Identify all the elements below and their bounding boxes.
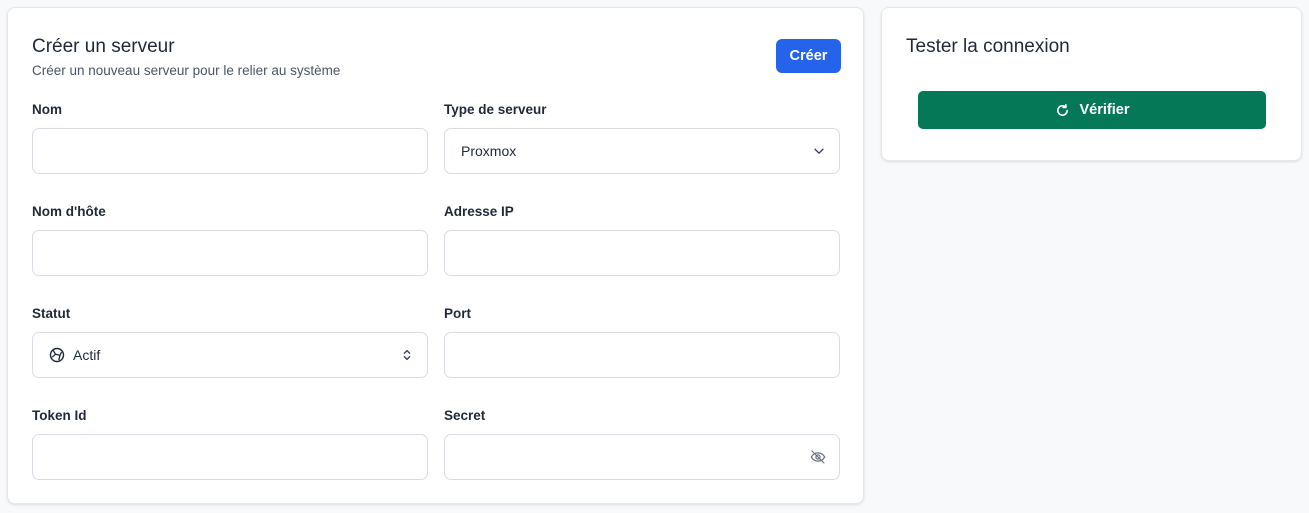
port-field-box — [444, 332, 840, 378]
create-button[interactable]: Créer — [776, 39, 841, 73]
secret-field-box — [444, 434, 840, 480]
hostname-field-box — [32, 230, 428, 276]
secret-label: Secret — [444, 408, 486, 423]
page-subtitle: Créer un nouveau serveur pour le relier … — [32, 63, 341, 78]
token-id-field-group: Token Id — [32, 407, 429, 480]
server-type-label: Type de serveur — [444, 102, 547, 117]
status-globe-icon — [49, 347, 65, 363]
hostname-input[interactable] — [33, 231, 427, 275]
test-connection-card: Tester la connexion Vérifier — [881, 7, 1302, 161]
hostname-field-group: Nom d'hôte — [32, 203, 429, 276]
server-type-select[interactable]: Proxmox — [444, 128, 840, 174]
status-field-group: Statut Actif — [32, 305, 429, 378]
server-type-field-group: Type de serveur Proxmox — [444, 101, 841, 174]
name-field-group: Nom — [32, 101, 429, 174]
create-server-card: Créer un serveur Créer un nouveau serveu… — [7, 7, 864, 504]
token-id-label: Token Id — [32, 408, 87, 423]
chevron-down-icon — [811, 143, 827, 159]
port-label: Port — [444, 306, 471, 321]
test-connection-title: Tester la connexion — [906, 36, 1070, 57]
refresh-icon — [1055, 103, 1070, 118]
secret-input[interactable] — [445, 435, 839, 479]
token-id-field-box — [32, 434, 428, 480]
page-title: Créer un serveur — [32, 36, 175, 57]
status-select[interactable]: Actif — [32, 332, 428, 378]
eye-off-icon[interactable] — [809, 448, 827, 466]
verify-button-label: Vérifier — [1079, 102, 1130, 118]
name-input[interactable] — [33, 129, 427, 173]
name-field-box — [32, 128, 428, 174]
verify-button[interactable]: Vérifier — [918, 91, 1266, 129]
ip-address-field-box — [444, 230, 840, 276]
server-type-value: Proxmox — [461, 143, 517, 159]
status-label: Statut — [32, 306, 71, 321]
ip-address-label: Adresse IP — [444, 204, 514, 219]
token-id-input[interactable] — [33, 435, 427, 479]
ip-address-field-group: Adresse IP — [444, 203, 841, 276]
hostname-label: Nom d'hôte — [32, 204, 106, 219]
status-value: Actif — [73, 347, 101, 363]
ip-address-input[interactable] — [445, 231, 839, 275]
port-field-group: Port — [444, 305, 841, 378]
chevron-updown-icon — [399, 347, 415, 363]
secret-field-group: Secret — [444, 407, 841, 480]
port-input[interactable] — [445, 333, 839, 377]
name-label: Nom — [32, 102, 62, 117]
